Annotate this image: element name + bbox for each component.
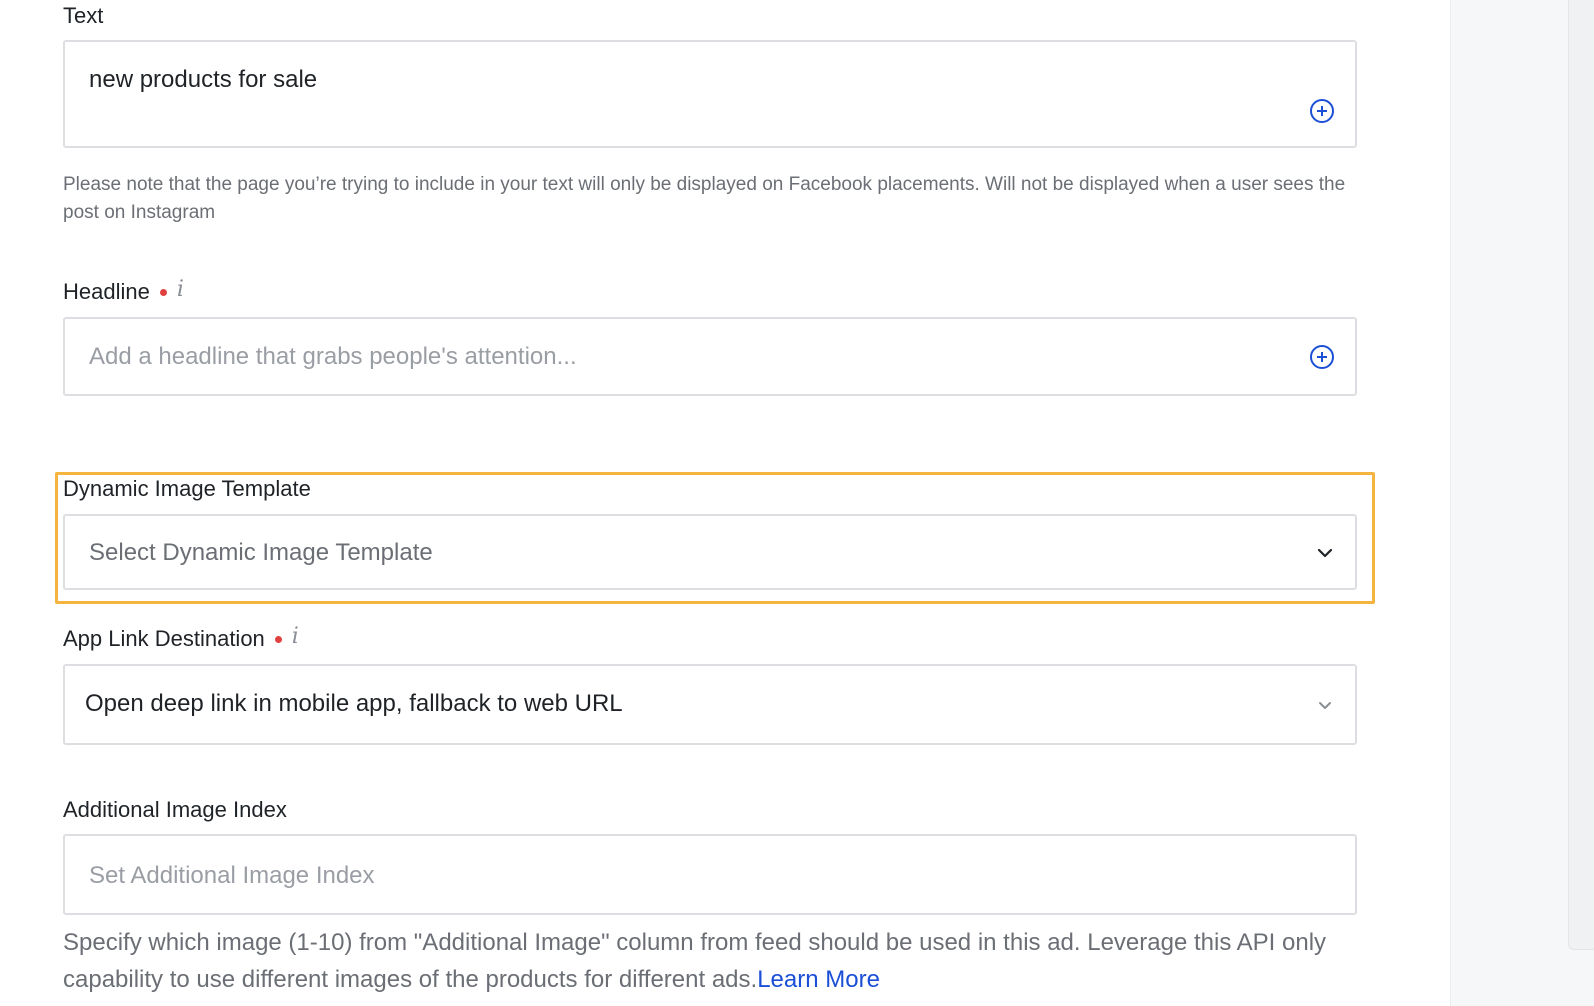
chevron-down-icon[interactable] bbox=[1315, 543, 1335, 563]
right-panel-edge bbox=[1568, 0, 1594, 950]
dynamic-image-template-label: Dynamic Image Template bbox=[63, 476, 311, 501]
plus-circle-icon[interactable] bbox=[1309, 344, 1335, 370]
headline-input[interactable]: Add a headline that grabs people's atten… bbox=[63, 317, 1357, 396]
app-link-destination-value: Open deep link in mobile app, fallback t… bbox=[85, 690, 623, 717]
required-indicator bbox=[274, 635, 282, 643]
dynamic-image-template-select[interactable]: Select Dynamic Image Template bbox=[63, 514, 1357, 590]
required-indicator bbox=[159, 288, 167, 296]
additional-image-index-help: Specify which image (1-10) from "Additio… bbox=[63, 924, 1353, 998]
additional-image-index-placeholder: Set Additional Image Index bbox=[89, 862, 375, 889]
text-field-note: Please note that the page you’re trying … bbox=[63, 174, 1346, 223]
text-field-value: new products for sale bbox=[89, 66, 318, 93]
info-icon[interactable]: i bbox=[292, 624, 299, 650]
learn-more-link[interactable]: Learn More bbox=[757, 966, 880, 993]
additional-image-index-label: Additional Image Index bbox=[63, 797, 287, 822]
plus-circle-icon[interactable] bbox=[1309, 98, 1335, 124]
text-field-label: Text bbox=[63, 3, 104, 28]
text-field[interactable]: new products for sale bbox=[63, 40, 1357, 148]
ad-form-page: Text new products for sale Please note t… bbox=[0, 0, 1594, 1006]
headline-placeholder: Add a headline that grabs people's atten… bbox=[89, 343, 577, 370]
dynamic-image-template-placeholder: Select Dynamic Image Template bbox=[89, 539, 433, 566]
info-icon[interactable]: i bbox=[177, 277, 184, 303]
help-text: Specify which image (1-10) from "Additio… bbox=[63, 929, 1327, 993]
app-link-destination-select[interactable]: Open deep link in mobile app, fallback t… bbox=[63, 664, 1357, 745]
additional-image-index-input[interactable]: Set Additional Image Index bbox=[63, 834, 1357, 915]
headline-label: Headline i bbox=[63, 277, 184, 304]
app-link-destination-label: App Link Destination i bbox=[63, 624, 299, 651]
chevron-down-icon[interactable] bbox=[1315, 695, 1335, 715]
